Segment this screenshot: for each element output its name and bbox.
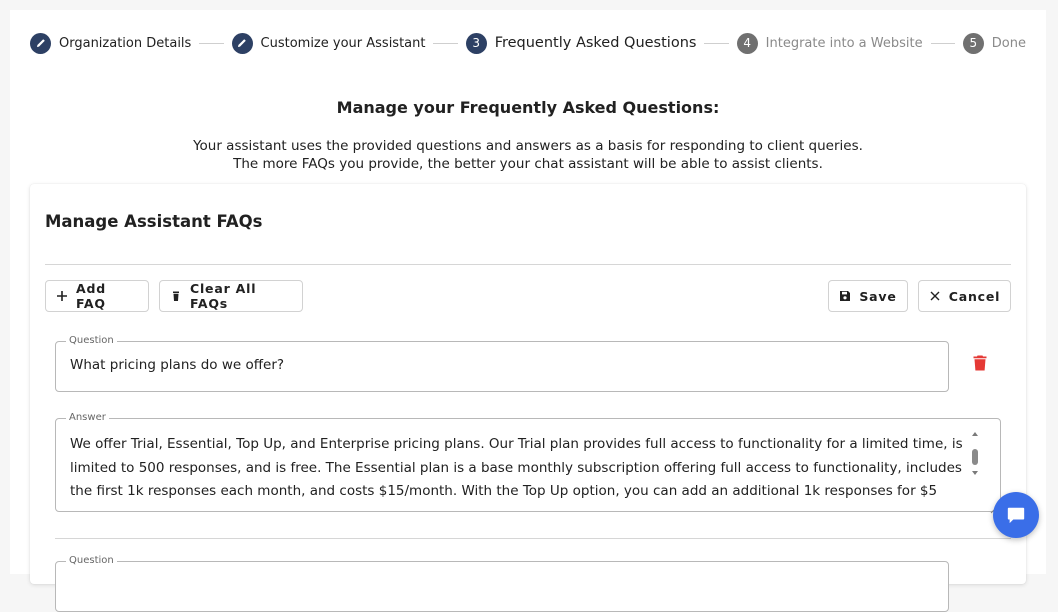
step-connector (704, 42, 729, 44)
page-description: Your assistant uses the provided questio… (10, 137, 1046, 173)
step-customize-assistant[interactable]: Customize your Assistant (231, 32, 426, 54)
add-faq-button[interactable]: Add FAQ (45, 280, 149, 312)
step-organization-details[interactable]: Organization Details (30, 32, 192, 54)
question-field-label: Question (66, 335, 117, 347)
question-field[interactable]: Question What pricing plans do we offer? (55, 335, 949, 392)
cancel-label: Cancel (948, 288, 1001, 304)
progress-stepper: Organization Details Customize your Assi… (30, 32, 1026, 54)
step-number: 3 (465, 32, 487, 54)
answer-viewport: We offer Trial, Essential, Top Up, and E… (56, 419, 1000, 511)
cancel-button[interactable]: Cancel (918, 280, 1011, 312)
delete-faq-button[interactable] (972, 354, 988, 372)
faq-divider (55, 538, 1011, 539)
close-icon (929, 290, 941, 302)
page-heading: Manage your Frequently Asked Questions: (336, 98, 720, 117)
step-frequently-asked-questions[interactable]: 3 Frequently Asked Questions (465, 32, 697, 54)
faq-card: Manage Assistant FAQs Add FAQ Clear All … (30, 184, 1026, 612)
step-number: 5 (962, 32, 984, 54)
question-field-label: Question (66, 555, 117, 567)
save-button[interactable]: Save (828, 280, 908, 312)
divider (45, 264, 1011, 265)
clear-all-faqs-label: Clear All FAQs (190, 281, 257, 311)
step-connector (433, 42, 458, 44)
step-label: Organization Details (59, 35, 192, 51)
floppy-disk-icon (839, 290, 851, 302)
add-faq-label: Add FAQ (76, 281, 106, 311)
description-line: Your assistant uses the provided questio… (193, 138, 863, 154)
pencil-icon (30, 32, 51, 54)
step-number: 4 (736, 32, 758, 54)
save-label: Save (859, 288, 897, 304)
answer-textarea[interactable]: We offer Trial, Essential, Top Up, and E… (70, 433, 970, 504)
step-label: Frequently Asked Questions (494, 35, 697, 51)
step-label: Done (991, 35, 1026, 51)
pencil-icon (231, 32, 253, 54)
step-connector (930, 42, 955, 44)
trash-icon (973, 355, 987, 371)
clear-all-faqs-button[interactable]: Clear All FAQs (159, 280, 303, 312)
plus-icon (56, 290, 68, 302)
step-label: Customize your Assistant (260, 35, 426, 51)
description-line: The more FAQs you provide, the better yo… (233, 156, 823, 172)
answer-scrollbar[interactable] (968, 429, 982, 489)
chat-widget-button[interactable] (993, 492, 1039, 538)
question-field[interactable]: Question (55, 555, 949, 612)
step-done: 5 Done (962, 32, 1026, 54)
card-title: Manage Assistant FAQs (45, 212, 263, 231)
step-integrate-website: 4 Integrate into a Website (736, 32, 923, 54)
chat-bubble-icon (1007, 507, 1025, 524)
step-label: Integrate into a Website (765, 35, 923, 51)
faq-setup-page: Organization Details Customize your Assi… (10, 10, 1046, 612)
step-connector (199, 42, 224, 44)
trash-icon (170, 290, 182, 302)
answer-field[interactable]: Answer We offer Trial, Essential, Top Up… (55, 412, 1001, 514)
question-input[interactable]: What pricing plans do we offer? (70, 357, 284, 373)
